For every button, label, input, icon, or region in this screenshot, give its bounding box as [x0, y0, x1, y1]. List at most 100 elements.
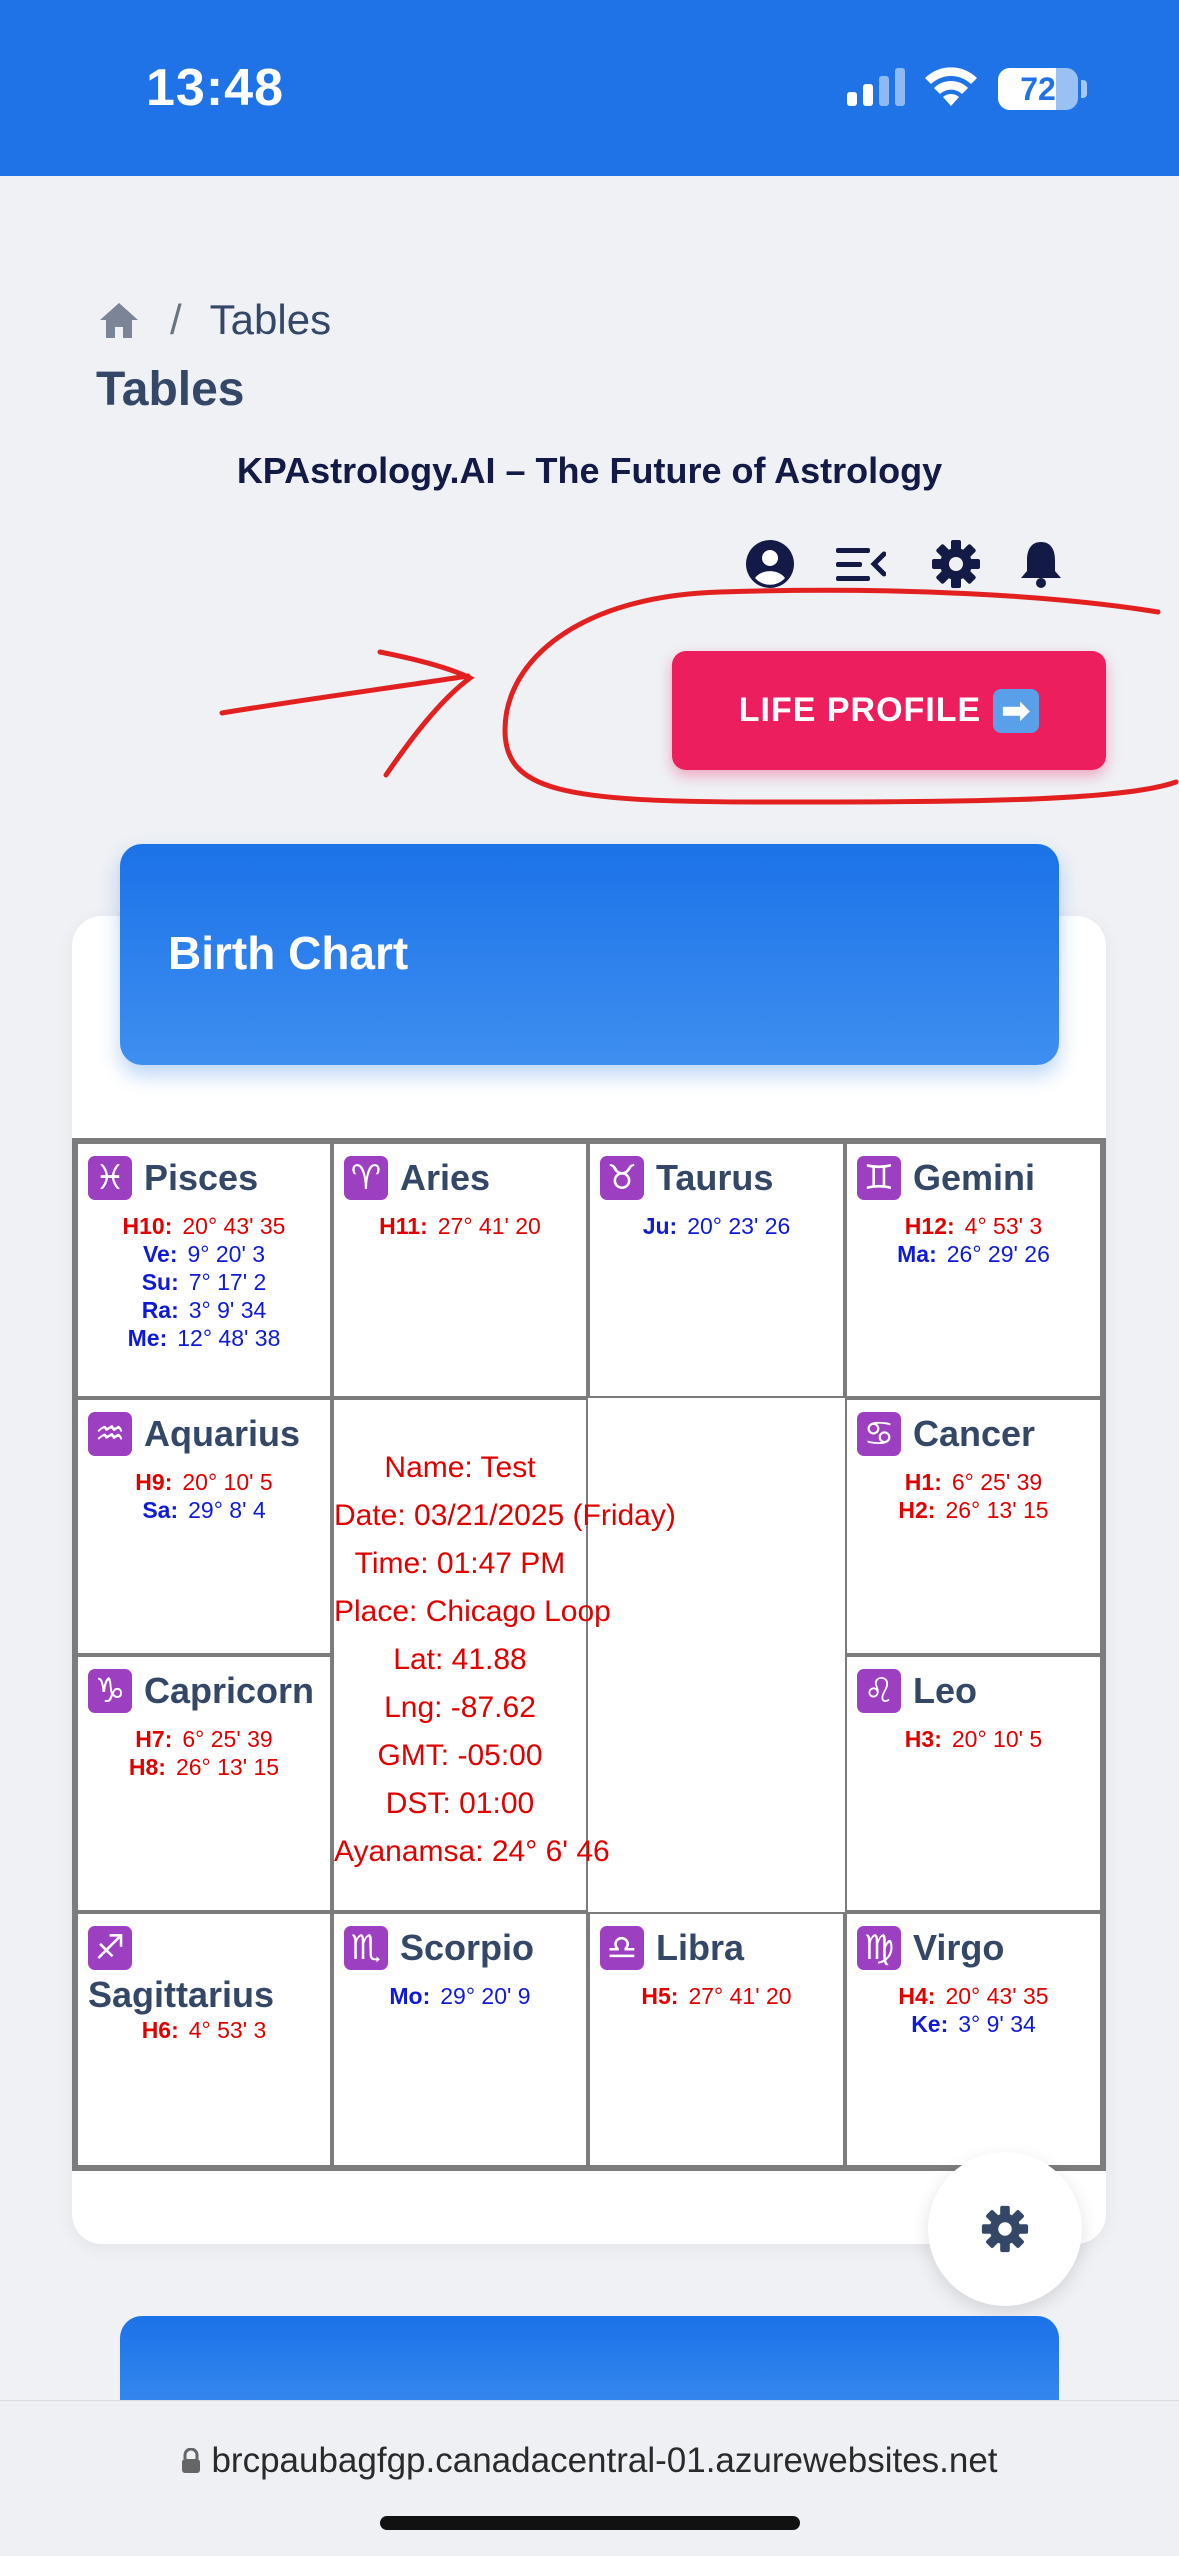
planet-position: Sa: 29° 8' 4 [88, 1496, 320, 1524]
planet-label: Ju: [642, 1213, 678, 1239]
battery-tip [1081, 80, 1087, 98]
planet-position: H1: 6° 25' 39 [857, 1468, 1090, 1496]
planet-label: Mo: [389, 1983, 431, 2009]
sign-name: Pisces [144, 1157, 259, 1198]
detail-time: Time: 01:47 PM [354, 1547, 566, 1580]
planet-label: H9: [135, 1469, 173, 1495]
menu-collapse-icon[interactable] [834, 538, 886, 590]
planet-label: H1: [904, 1469, 942, 1495]
planet-degree: 29° 20' 9 [440, 1983, 531, 2009]
sign-name: Scorpio [400, 1927, 535, 1968]
detail-date: Date: 03/21/2025 (Friday) [334, 1499, 676, 1532]
status-time: 13:48 [146, 59, 284, 117]
planet-position: H8: 26° 13' 15 [88, 1753, 320, 1781]
planet-degree: 6° 25' 39 [182, 1726, 273, 1752]
planet-position: Ju: 20° 23' 26 [600, 1212, 833, 1240]
planet-degree: 6° 25' 39 [951, 1469, 1043, 1495]
planet-label: H8: [128, 1754, 166, 1780]
planet-label: Ra: [141, 1297, 179, 1323]
sign-header: ♊ Gemini [857, 1156, 1090, 1200]
planet-position: H4: 20° 43' 35 [857, 1982, 1090, 2010]
gemini-glyph-icon: ♊ [857, 1156, 901, 1200]
planet-label: H11: [379, 1213, 428, 1239]
planet-label: Me: [127, 1325, 168, 1351]
planet-list: H3: 20° 10' 5 [857, 1725, 1090, 1753]
planet-label: Su: [141, 1269, 179, 1295]
house-cell-taurus: ♉ Taurus Ju: 20° 23' 26 [588, 1142, 845, 1398]
virgo-glyph-icon: ♍ [857, 1926, 901, 1970]
sign-header: ♐ Sagittarius [88, 1926, 320, 2016]
planet-position: Su: 7° 17' 2 [88, 1268, 320, 1296]
detail-lat: Lat: 41.88 [393, 1643, 527, 1676]
sign-name: Libra [656, 1927, 745, 1968]
sign-header: ♏ Scorpio [344, 1926, 576, 1970]
scorpio-glyph-icon: ♏ [344, 1926, 388, 1970]
planet-list: Ju: 20° 23' 26 [600, 1212, 833, 1240]
status-bar: 13:48 72 [0, 0, 1179, 176]
planet-position: H11: 27° 41' 20 [344, 1212, 576, 1240]
planet-label: H4: [898, 1983, 936, 2009]
planet-label: H6: [141, 2017, 179, 2043]
planet-degree: 4° 53' 3 [964, 1213, 1043, 1239]
breadcrumb: / Tables [98, 296, 331, 344]
house-cell-leo: ♌ Leo H3: 20° 10' 5 [845, 1655, 1102, 1912]
bell-icon[interactable] [1015, 538, 1067, 590]
planet-list: H7: 6° 25' 39 H8: 26° 13' 15 [88, 1725, 320, 1781]
user-circle-icon[interactable] [744, 538, 796, 590]
life-profile-button[interactable]: LIFE PROFILE ➡ [672, 651, 1106, 770]
sign-header: ♌ Leo [857, 1669, 1090, 1713]
planet-degree: 3° 9' 34 [188, 1297, 267, 1323]
planet-degree: 9° 20' 3 [187, 1241, 266, 1267]
planet-list: Mo: 29° 20' 9 [344, 1982, 576, 2010]
house-cell-scorpio: ♏ Scorpio Mo: 29° 20' 9 [332, 1912, 588, 2167]
planet-degree: 29° 8' 4 [188, 1497, 266, 1523]
battery-icon: 72 [998, 68, 1078, 110]
planet-position: H2: 26° 13' 15 [857, 1496, 1090, 1524]
sign-name: Aquarius [144, 1413, 301, 1454]
planet-position: Ra: 3° 9' 34 [88, 1296, 320, 1324]
planet-label: H3: [904, 1726, 942, 1752]
browser-address-bar[interactable]: brcpaubagfgp.canadacentral-01.azurewebsi… [0, 2400, 1179, 2556]
planet-list: H9: 20° 10' 5 Sa: 29° 8' 4 [88, 1468, 320, 1524]
planet-degree: 27° 41' 20 [437, 1213, 541, 1239]
sign-name: Gemini [913, 1157, 1036, 1198]
sign-name: Cancer [913, 1413, 1036, 1454]
detail-lng: Lng: -87.62 [384, 1691, 536, 1724]
house-cell-pisces: ♓ Pisces H10: 20° 43' 35 Ve: 9° 20' 3 Su: 7° 17… [76, 1142, 332, 1398]
planet-degree: 7° 17' 2 [188, 1269, 267, 1295]
planet-position: H3: 20° 10' 5 [857, 1725, 1090, 1753]
life-profile-label: LIFE PROFILE [738, 691, 982, 729]
planet-position: Ke: 3° 9' 34 [857, 2010, 1090, 2038]
planet-degree: 3° 9' 34 [958, 2011, 1036, 2037]
arrow-right-icon: ➡ [993, 688, 1040, 733]
sign-header: ♒ Aquarius [88, 1412, 320, 1456]
aquarius-glyph-icon: ♒ [88, 1412, 132, 1456]
planet-list: H10: 20° 43' 35 Ve: 9° 20' 3 Su: 7° 17' 2 Ra: 3… [88, 1212, 320, 1352]
sign-header: ♑ Capricorn [88, 1669, 320, 1713]
breadcrumb-separator: / [170, 296, 182, 343]
capricorn-glyph-icon: ♑ [88, 1669, 132, 1713]
planet-label: H2: [898, 1497, 936, 1523]
planet-degree: 27° 41' 20 [688, 1983, 792, 2009]
house-cell-capricorn: ♑ Capricorn H7: 6° 25' 39 H8: 26° 13' 15 [76, 1655, 332, 1912]
home-indicator[interactable] [380, 2516, 800, 2530]
planet-position: Ma: 26° 29' 26 [857, 1240, 1090, 1268]
planet-position: H7: 6° 25' 39 [88, 1725, 320, 1753]
home-icon[interactable] [98, 300, 140, 340]
sign-name: Taurus [656, 1157, 774, 1198]
planet-degree: 20° 43' 35 [945, 1983, 1049, 2009]
sign-name: Virgo [913, 1927, 1005, 1968]
sign-header: ♈ Aries [344, 1156, 576, 1200]
pisces-glyph-icon: ♓ [88, 1156, 132, 1200]
sign-header: ♎ Libra [600, 1926, 833, 1970]
planet-degree: 20° 10' 5 [182, 1469, 273, 1495]
sign-name: Capricorn [144, 1670, 315, 1711]
sign-header: ♓ Pisces [88, 1156, 320, 1200]
planet-label: Sa: [142, 1497, 179, 1523]
battery-level: 72 [1020, 71, 1056, 107]
page-title: Tables [96, 363, 245, 416]
detail-dst: DST: 01:00 [385, 1787, 535, 1820]
floating-settings-button[interactable] [928, 2152, 1082, 2306]
planet-label: H7: [135, 1726, 173, 1752]
gear-icon[interactable] [930, 538, 982, 590]
